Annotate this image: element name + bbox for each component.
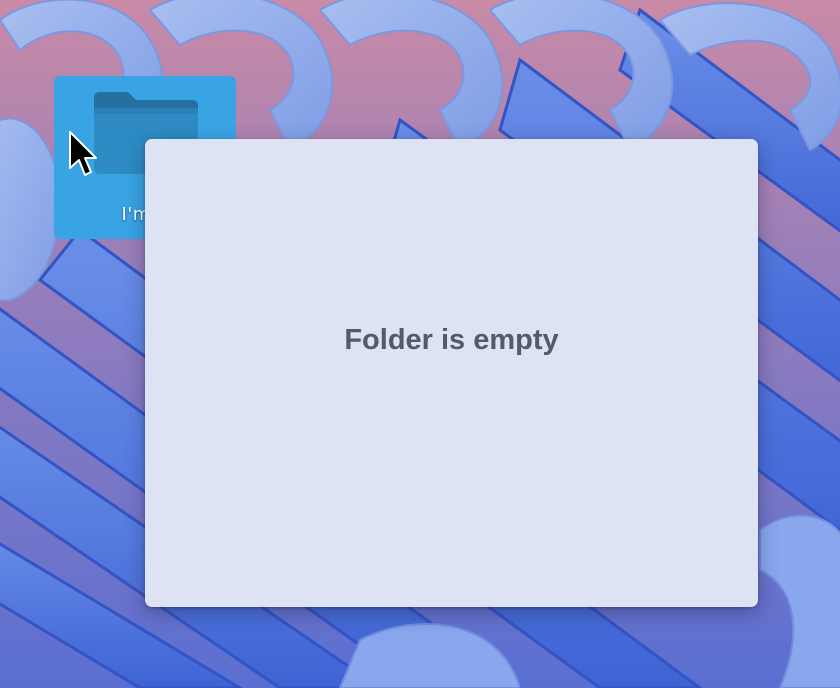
folder-preview-popup: Folder is empty — [145, 139, 758, 607]
empty-folder-message: Folder is empty — [344, 324, 559, 356]
arrow-cursor-icon — [69, 131, 97, 176]
